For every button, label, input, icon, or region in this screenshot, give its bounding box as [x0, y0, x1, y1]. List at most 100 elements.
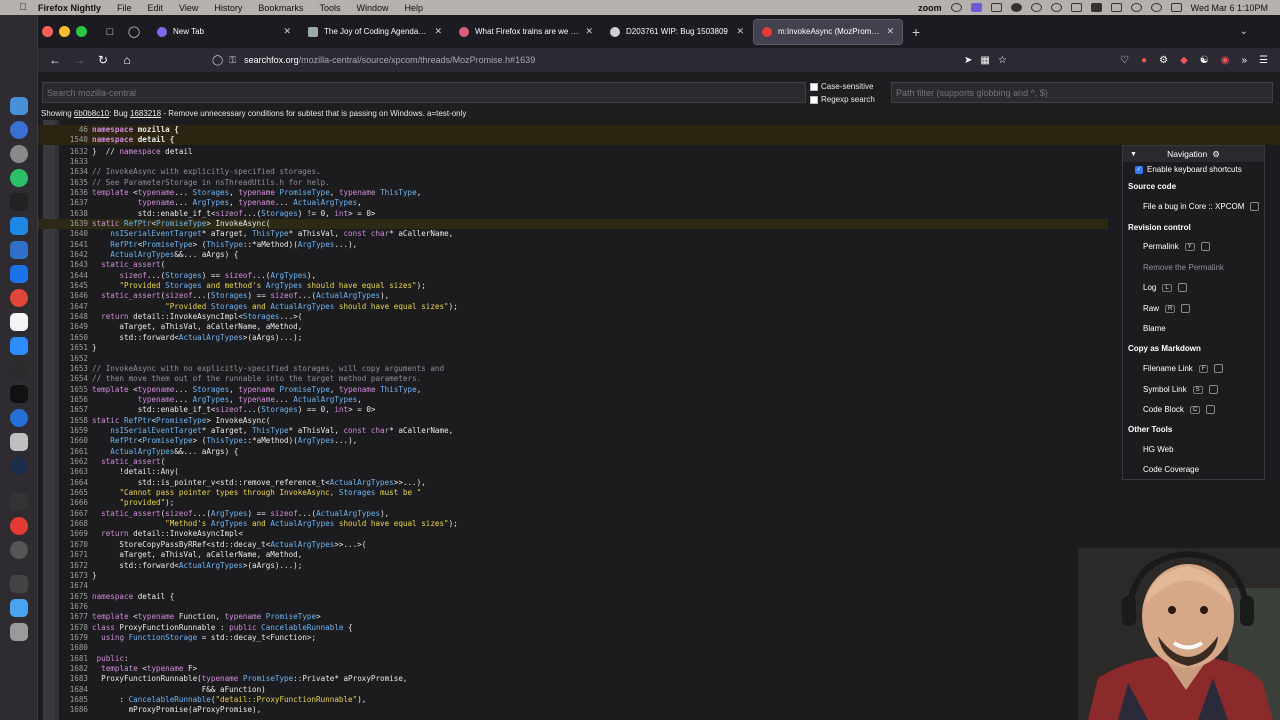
dock-app-icon[interactable]: [10, 575, 28, 593]
line-number[interactable]: 1673: [58, 571, 88, 581]
dock-app-icon[interactable]: [10, 97, 28, 115]
copy-icon[interactable]: [1206, 405, 1216, 414]
menu-help[interactable]: Help: [396, 3, 431, 13]
line-number[interactable]: 1636: [58, 188, 88, 198]
tracking-protection-icon[interactable]: ◯: [212, 55, 223, 66]
tab-new-tab[interactable]: New Tab ✕: [149, 19, 299, 45]
line-number[interactable]: 1649: [58, 322, 88, 332]
line-number[interactable]: 1635: [58, 178, 88, 188]
line-number[interactable]: 1656: [58, 395, 88, 405]
line-number[interactable]: 1680: [58, 643, 88, 653]
tab-searchfox-active[interactable]: m:InvokeAsync (MozPromise.h ✕: [753, 18, 903, 45]
copy-icon[interactable]: [1250, 202, 1260, 211]
dock-app-icon[interactable]: [10, 217, 28, 235]
zoom-status[interactable]: zoom: [918, 3, 942, 13]
line-number[interactable]: 1665: [58, 488, 88, 498]
line-number[interactable]: 1659: [58, 426, 88, 436]
gear-icon[interactable]: ⚙: [1212, 149, 1220, 160]
line-number[interactable]: 1650: [58, 333, 88, 343]
dock-app-icon[interactable]: [10, 289, 28, 307]
volume-icon[interactable]: [1090, 3, 1102, 12]
close-tab-icon[interactable]: ✕: [736, 26, 744, 37]
line-number[interactable]: 1645: [58, 281, 88, 291]
line-number[interactable]: 1658: [58, 416, 88, 426]
line-number[interactable]: 1634: [58, 167, 88, 177]
path-filter-input[interactable]: [891, 82, 1273, 103]
dock-app-icon[interactable]: [10, 121, 28, 139]
line-number[interactable]: 1686: [58, 705, 88, 715]
filename-link[interactable]: Filename Link F: [1143, 364, 1224, 373]
line-number[interactable]: 1654: [58, 374, 88, 384]
symbol-link[interactable]: Symbol Link S: [1143, 385, 1218, 394]
line-number[interactable]: 1685: [58, 695, 88, 705]
log-link[interactable]: Log L: [1143, 283, 1187, 292]
copy-icon[interactable]: [1181, 304, 1191, 313]
menu-window[interactable]: Window: [348, 3, 396, 13]
tab-firefox-trains[interactable]: What Firefox trains are we in? ✕: [451, 19, 601, 45]
remove-permalink-link[interactable]: Remove the Permalink: [1143, 263, 1224, 272]
puzzle-icon[interactable]: ⚙: [1159, 55, 1168, 66]
line-number[interactable]: 1675: [58, 592, 88, 602]
file-bug-link[interactable]: File a bug in Core :: XPCOM: [1143, 202, 1260, 211]
menu-history[interactable]: History: [206, 3, 250, 13]
dock-app-icon[interactable]: [10, 313, 28, 331]
account-icon[interactable]: ◉: [1221, 55, 1230, 66]
menu-file[interactable]: File: [109, 3, 140, 13]
line-number[interactable]: 1643: [58, 260, 88, 270]
line-number[interactable]: 1667: [58, 509, 88, 519]
line-number[interactable]: 1651: [58, 343, 88, 353]
line-number[interactable]: 1663: [58, 467, 88, 477]
new-tab-button[interactable]: +: [912, 24, 920, 40]
dock-app-icon[interactable]: [10, 361, 28, 379]
zoom-window-button[interactable]: [76, 26, 87, 37]
camera-icon[interactable]: [950, 3, 962, 12]
tab-joy-of-coding[interactable]: The Joy of Coding Agenda - Mo ✕: [300, 19, 450, 45]
line-number[interactable]: 1647: [58, 302, 88, 312]
window-icon[interactable]: [990, 3, 1002, 12]
line-number[interactable]: 1662: [58, 457, 88, 467]
line-number[interactable]: 1655: [58, 385, 88, 395]
check-status-icon[interactable]: [1050, 3, 1062, 12]
line-number[interactable]: 1664: [58, 478, 88, 488]
dock-app-icon[interactable]: [10, 493, 28, 511]
close-tab-icon[interactable]: ✕: [434, 26, 442, 37]
line-number[interactable]: 1652: [58, 354, 88, 364]
record-icon[interactable]: [1010, 3, 1022, 12]
bug-link[interactable]: 1683218: [130, 109, 161, 118]
dock-app-icon[interactable]: [10, 169, 28, 187]
dock-app-icon[interactable]: [10, 409, 28, 427]
collapse-caret-icon[interactable]: ▼: [1130, 151, 1137, 158]
wifi-icon[interactable]: [1130, 3, 1142, 12]
bookmark-star-icon[interactable]: ☆: [998, 55, 1007, 66]
home-button[interactable]: ⌂: [116, 49, 138, 71]
close-tab-icon[interactable]: ✕: [886, 26, 894, 37]
close-tab-icon[interactable]: ✕: [585, 26, 593, 37]
dock-app-icon[interactable]: [10, 541, 28, 559]
extension-icon[interactable]: ●: [1141, 55, 1147, 66]
permalink-link[interactable]: Permalink Y: [1143, 242, 1210, 251]
overflow-chevron-icon[interactable]: »: [1241, 55, 1247, 66]
line-number[interactable]: 1632: [58, 147, 88, 157]
tab-overview-icon[interactable]: □: [101, 23, 119, 41]
copy-icon[interactable]: [1214, 364, 1224, 373]
line-number[interactable]: 1669: [58, 529, 88, 539]
line-number[interactable]: 1684: [58, 685, 88, 695]
dock-app-icon[interactable]: [10, 241, 28, 259]
line-number[interactable]: 1678: [58, 623, 88, 633]
notification-icon[interactable]: ◆: [1180, 55, 1188, 66]
blame-link[interactable]: Blame: [1143, 324, 1166, 333]
pocket-icon[interactable]: ♡: [1120, 55, 1129, 66]
line-number[interactable]: 1676: [58, 602, 88, 612]
sync-icon[interactable]: ☯: [1200, 55, 1209, 66]
folder-status-icon[interactable]: [1070, 3, 1082, 12]
close-tab-icon[interactable]: ✕: [283, 26, 291, 37]
copy-icon[interactable]: [1208, 385, 1218, 394]
code-block-link[interactable]: Code Block C: [1143, 405, 1216, 414]
hg-web-link[interactable]: HG Web: [1143, 445, 1174, 454]
forward-button[interactable]: →: [68, 49, 90, 71]
tab-phabricator[interactable]: D203761 WIP: Bug 1503809 ✕: [602, 19, 752, 45]
copy-icon[interactable]: [1200, 242, 1210, 251]
shield-status-icon[interactable]: [1030, 3, 1042, 12]
list-tabs-icon[interactable]: ⌄: [1240, 26, 1248, 37]
trash-icon[interactable]: [10, 623, 28, 641]
